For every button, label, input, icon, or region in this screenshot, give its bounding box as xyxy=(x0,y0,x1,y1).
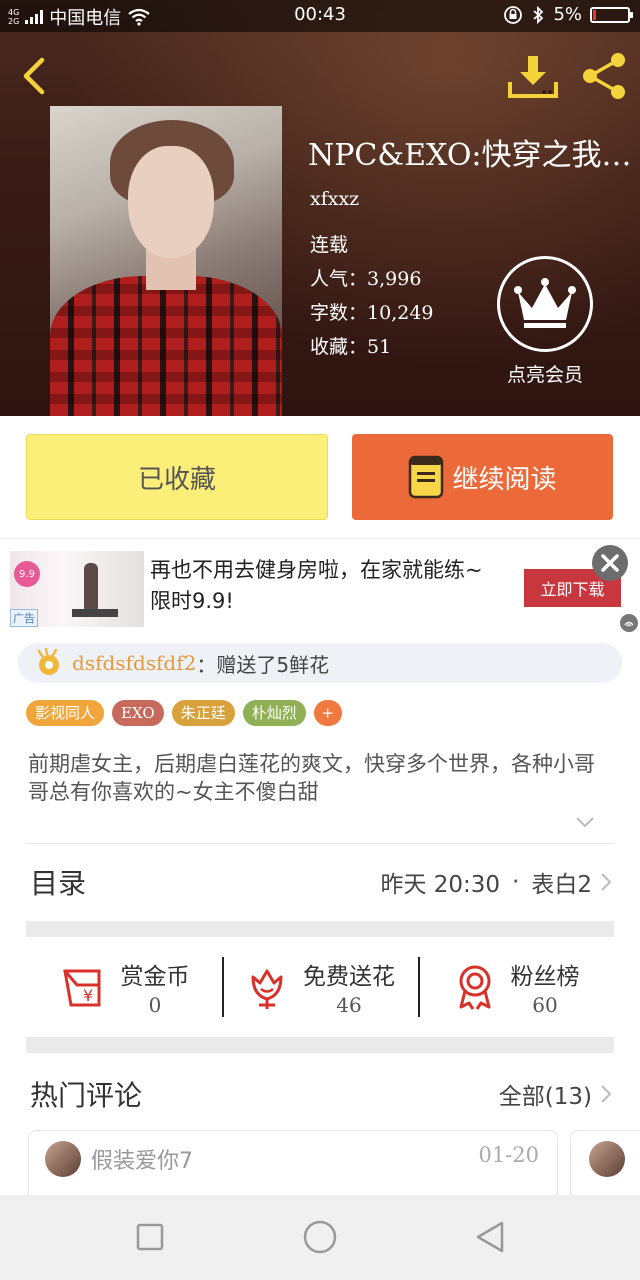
triangle-back-icon xyxy=(476,1221,504,1253)
expand-description-button[interactable] xyxy=(574,811,596,833)
favorites-value: 51 xyxy=(367,336,392,358)
words-value: 10,249 xyxy=(367,302,434,324)
divider xyxy=(26,843,614,844)
ad-banner[interactable]: 9.9 广告 再也不用去健身房啦，在家就能练~限时9.9! 立即下载 xyxy=(0,538,640,634)
vip-membership-button[interactable]: 点亮会员 xyxy=(490,256,600,388)
book-header: 4G 2G 中国电信 00:43 5% NPC&EXO:快穿之我… xfxxz … xyxy=(0,0,640,416)
favorited-label: 已收藏 xyxy=(137,464,216,495)
stat-value: 46 xyxy=(336,993,362,1017)
back-nav-button[interactable] xyxy=(470,1217,510,1257)
section-separator xyxy=(26,921,614,937)
ad-thumbnail: 9.9 广告 xyxy=(10,551,144,627)
tag-item[interactable]: 朱正廷 xyxy=(171,700,235,726)
gift-notice[interactable]: dsfdsfdsfdf2 ：赠送了5鲜花 xyxy=(18,643,622,683)
gift-user: dsfdsfdsfdf2 xyxy=(72,651,197,675)
status-bar: 4G 2G 中国电信 00:43 5% xyxy=(0,0,640,32)
home-button[interactable] xyxy=(300,1217,340,1257)
reward-coins-button[interactable]: ¥ 赏金币 0 xyxy=(26,937,222,1037)
recent-apps-button[interactable] xyxy=(130,1217,170,1257)
tag-item[interactable]: 影视同人 xyxy=(26,700,105,726)
free-flower-button[interactable]: 免费送花 46 xyxy=(222,937,418,1037)
bluetooth-icon xyxy=(533,5,544,24)
svg-text:¥: ¥ xyxy=(83,986,93,1005)
catalog-row[interactable]: 目录 昨天 20:30 · 表白2 xyxy=(26,845,614,919)
chevron-down-icon xyxy=(576,817,594,828)
favorites-label: 收藏： xyxy=(310,336,368,358)
comment-card[interactable] xyxy=(570,1130,640,1195)
hot-comments-title: 热门评论 xyxy=(30,1079,143,1112)
action-bar: 已收藏 继续阅读 xyxy=(0,416,640,538)
favorited-button[interactable]: 已收藏 xyxy=(26,434,328,520)
circle-icon xyxy=(303,1220,337,1254)
all-comments-label: 全部(13) xyxy=(498,1084,592,1110)
ad-badge: 广告 xyxy=(10,609,38,627)
chevron-left-icon xyxy=(23,57,45,95)
battery-percent: 5% xyxy=(553,4,582,25)
book-title: NPC&EXO:快穿之我… xyxy=(308,138,632,173)
fan-ranking-button[interactable]: 粉丝榜 60 xyxy=(418,937,614,1037)
flower-icon xyxy=(251,969,283,1009)
popularity-label: 人气： xyxy=(310,268,368,290)
download-icon xyxy=(508,56,558,98)
avatar[interactable] xyxy=(45,1141,81,1177)
book-popularity: 人气：3,996 xyxy=(310,264,421,291)
share-icon xyxy=(583,53,625,99)
ad-info-icon[interactable] xyxy=(620,614,638,632)
book-status: 连载 xyxy=(310,234,349,256)
comment-user: 假装爱你7 xyxy=(91,1149,193,1174)
ad-price-badge: 9.9 xyxy=(14,561,40,587)
system-nav-bar xyxy=(0,1195,640,1280)
book-favorites: 收藏：51 xyxy=(310,332,391,359)
catalog-updated: 昨天 20:30 xyxy=(380,872,501,898)
add-tag-button[interactable]: + xyxy=(313,700,342,726)
gift-text: ：赠送了5鲜花 xyxy=(196,652,330,677)
catalog-latest-chapter: 表白2 xyxy=(531,872,592,898)
comment-date: 01-20 xyxy=(478,1143,539,1167)
square-icon xyxy=(136,1223,164,1251)
book-icon xyxy=(409,455,444,499)
stat-label: 粉丝榜 xyxy=(510,964,580,990)
section-separator xyxy=(26,1037,614,1053)
book-detail-content: dsfdsfdsfdf2 ：赠送了5鲜花 影视同人 EXO 朱正廷 朴灿烈 + … xyxy=(0,633,640,1195)
book-author[interactable]: xfxxz xyxy=(310,188,359,210)
catalog-title: 目录 xyxy=(30,867,87,900)
rotation-lock-icon xyxy=(504,5,523,24)
vip-label: 点亮会员 xyxy=(506,364,583,386)
avatar[interactable] xyxy=(589,1141,625,1177)
words-label: 字数： xyxy=(310,302,368,324)
ad-close-button[interactable] xyxy=(592,545,628,581)
chevron-right-icon xyxy=(601,873,612,891)
book-word-count: 字数：10,249 xyxy=(310,298,434,325)
hot-comments-header: 热门评论 全部(13) xyxy=(26,1059,614,1129)
ad-text: 再也不用去健身房啦，在家就能练~限时9.9! xyxy=(150,558,483,613)
book-cover-image[interactable] xyxy=(50,106,282,416)
red-envelope-icon: ¥ xyxy=(62,969,100,1007)
tag-list: 影视同人 EXO 朱正廷 朴灿烈 + xyxy=(26,700,342,726)
crown-icon xyxy=(514,278,576,328)
share-button[interactable] xyxy=(578,50,630,102)
chevron-right-icon xyxy=(601,1085,612,1103)
stat-value: 0 xyxy=(148,993,162,1017)
all-comments-link[interactable]: 全部(13) xyxy=(499,1077,614,1111)
stat-value: 60 xyxy=(532,993,558,1017)
battery-icon xyxy=(590,6,633,23)
continue-label: 继续阅读 xyxy=(452,464,557,495)
download-button[interactable] xyxy=(506,52,560,102)
close-icon xyxy=(601,554,619,572)
catalog-separator: · xyxy=(512,869,520,895)
tag-item[interactable]: 朴灿烈 xyxy=(242,700,306,726)
flower-gift-icon xyxy=(37,648,59,675)
popularity-value: 3,996 xyxy=(367,268,422,290)
medal-icon xyxy=(459,965,490,1010)
back-button[interactable] xyxy=(14,54,58,98)
tag-item[interactable]: EXO xyxy=(112,700,164,726)
stats-bar: ¥ 赏金币 0 免费送花 46 粉丝榜 60 xyxy=(26,937,614,1037)
comment-card[interactable]: 假装爱你7 01-20 xyxy=(28,1130,558,1195)
stat-label: 免费送花 xyxy=(303,964,395,990)
book-description: 前期虐女主，后期虐白莲花的爽文，快穿多个世界，各种小哥哥总有你喜欢的~女主不傻白… xyxy=(28,752,595,804)
continue-reading-button[interactable]: 继续阅读 xyxy=(352,434,613,520)
stat-label: 赏金币 xyxy=(120,964,190,990)
